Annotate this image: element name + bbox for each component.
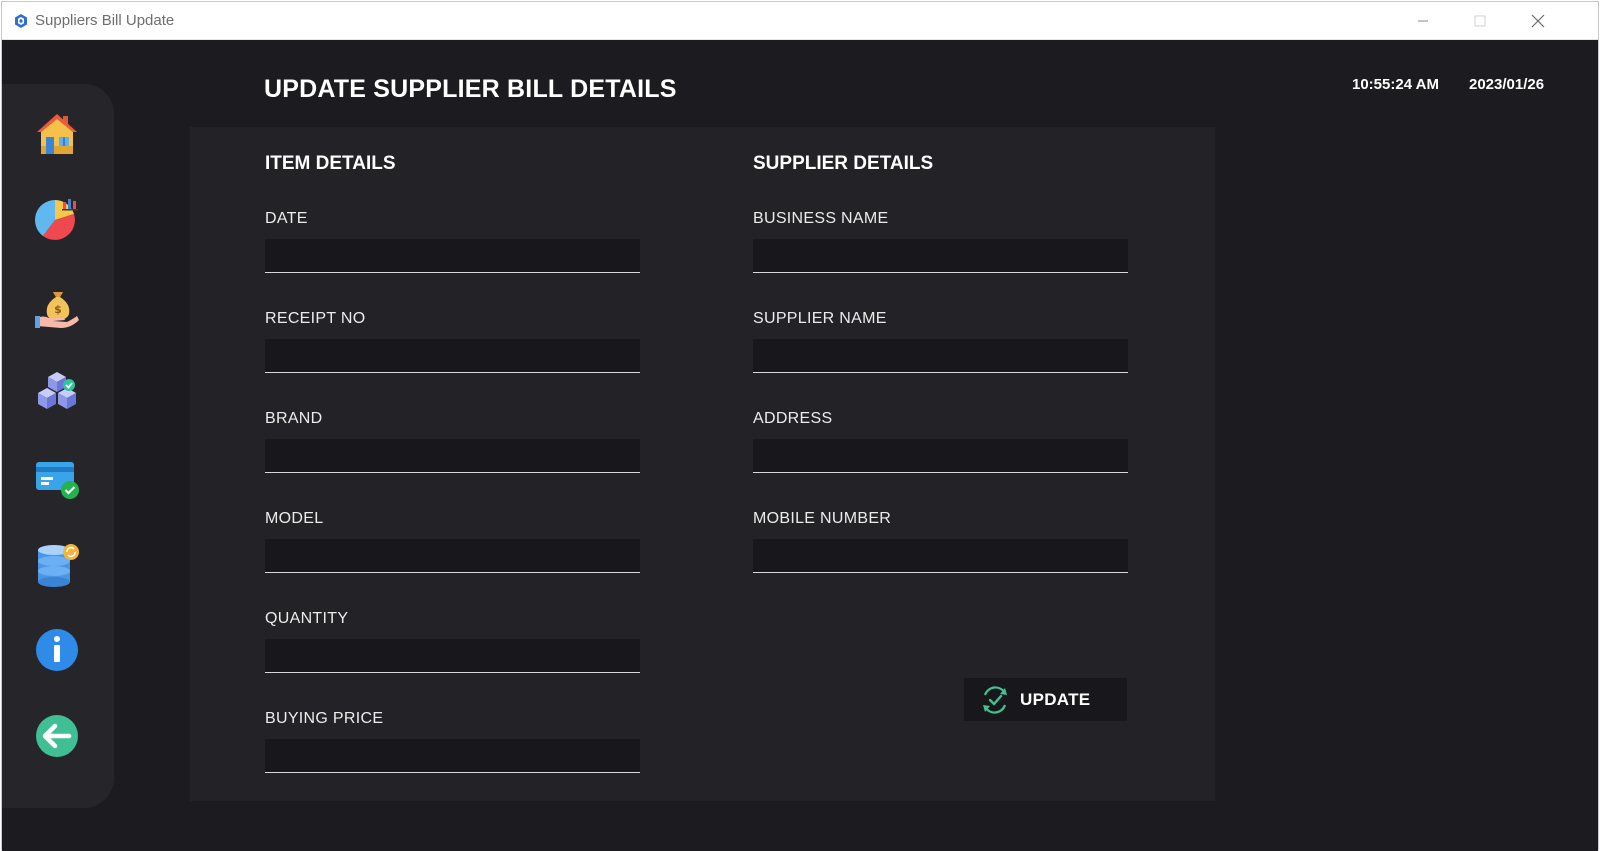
buying-price-field[interactable] [265,739,640,773]
address-label: ADDRESS [753,410,833,427]
title-bar: Suppliers Bill Update [2,2,1598,40]
sidebar-item-database[interactable] [33,540,81,588]
update-button-label: UPDATE [1020,689,1091,709]
supplier-name-field[interactable] [753,339,1128,373]
money-bag-hand-icon: $ [33,282,81,330]
quantity-label: QUANTITY [265,610,349,627]
supplier-details-title: SUPPLIER DETAILS [753,153,934,174]
svg-text:$: $ [54,303,62,316]
app-window: Suppliers Bill Update $ UPDATE SUPPLIER … [1,1,1599,851]
buying-price-label: BUYING PRICE [265,710,384,727]
window-title: Suppliers Bill Update [35,12,175,29]
clock-date: 2023/01/26 [1469,76,1545,93]
model-field[interactable] [265,539,640,573]
sidebar-item-home[interactable] [33,110,81,158]
info-icon [33,626,81,674]
address-field[interactable] [753,439,1128,473]
sidebar-item-sales[interactable]: $ [33,282,81,330]
sidebar: $ [2,84,114,808]
model-label: MODEL [265,510,324,527]
date-label: DATE [265,210,308,227]
database-sync-icon [33,540,81,588]
back-arrow-icon [33,712,81,760]
form-panel: ITEM DETAILS SUPPLIER DETAILS DATE RECEI… [190,127,1215,801]
sidebar-item-reports[interactable] [33,196,81,244]
pie-chart-icon [33,196,81,244]
brand-field[interactable] [265,439,640,473]
sidebar-item-payments[interactable] [33,454,81,502]
house-icon [33,110,81,158]
app-logo-icon [13,13,29,29]
item-details-title: ITEM DETAILS [265,153,396,174]
brand-label: BRAND [265,410,323,427]
page-title: UPDATE SUPPLIER BILL DETAILS [264,75,677,103]
refresh-check-icon [980,685,1010,715]
supplier-name-label: SUPPLIER NAME [753,310,887,327]
clock-time: 10:55:24 AM [1352,76,1439,93]
receipt-no-field[interactable] [265,339,640,373]
card-check-icon [33,454,81,502]
receipt-no-label: RECEIPT NO [265,310,366,327]
sidebar-item-inventory[interactable] [33,368,81,416]
minimize-button[interactable] [1413,11,1433,31]
mobile-number-label: MOBILE NUMBER [753,510,892,527]
main-content: $ UPDATE SUPPLIER BILL DETAILS 10:55:24 … [2,40,1598,851]
business-name-label: BUSINESS NAME [753,210,889,227]
update-button[interactable]: UPDATE [964,678,1127,721]
business-name-field[interactable] [753,239,1128,273]
mobile-number-field[interactable] [753,539,1128,573]
date-field[interactable] [265,239,640,273]
sidebar-item-about[interactable] [33,626,81,674]
sidebar-item-back[interactable] [33,712,81,760]
close-button[interactable] [1528,11,1548,31]
maximize-button[interactable] [1470,11,1490,31]
boxes-check-icon [33,368,81,416]
quantity-field[interactable] [265,639,640,673]
